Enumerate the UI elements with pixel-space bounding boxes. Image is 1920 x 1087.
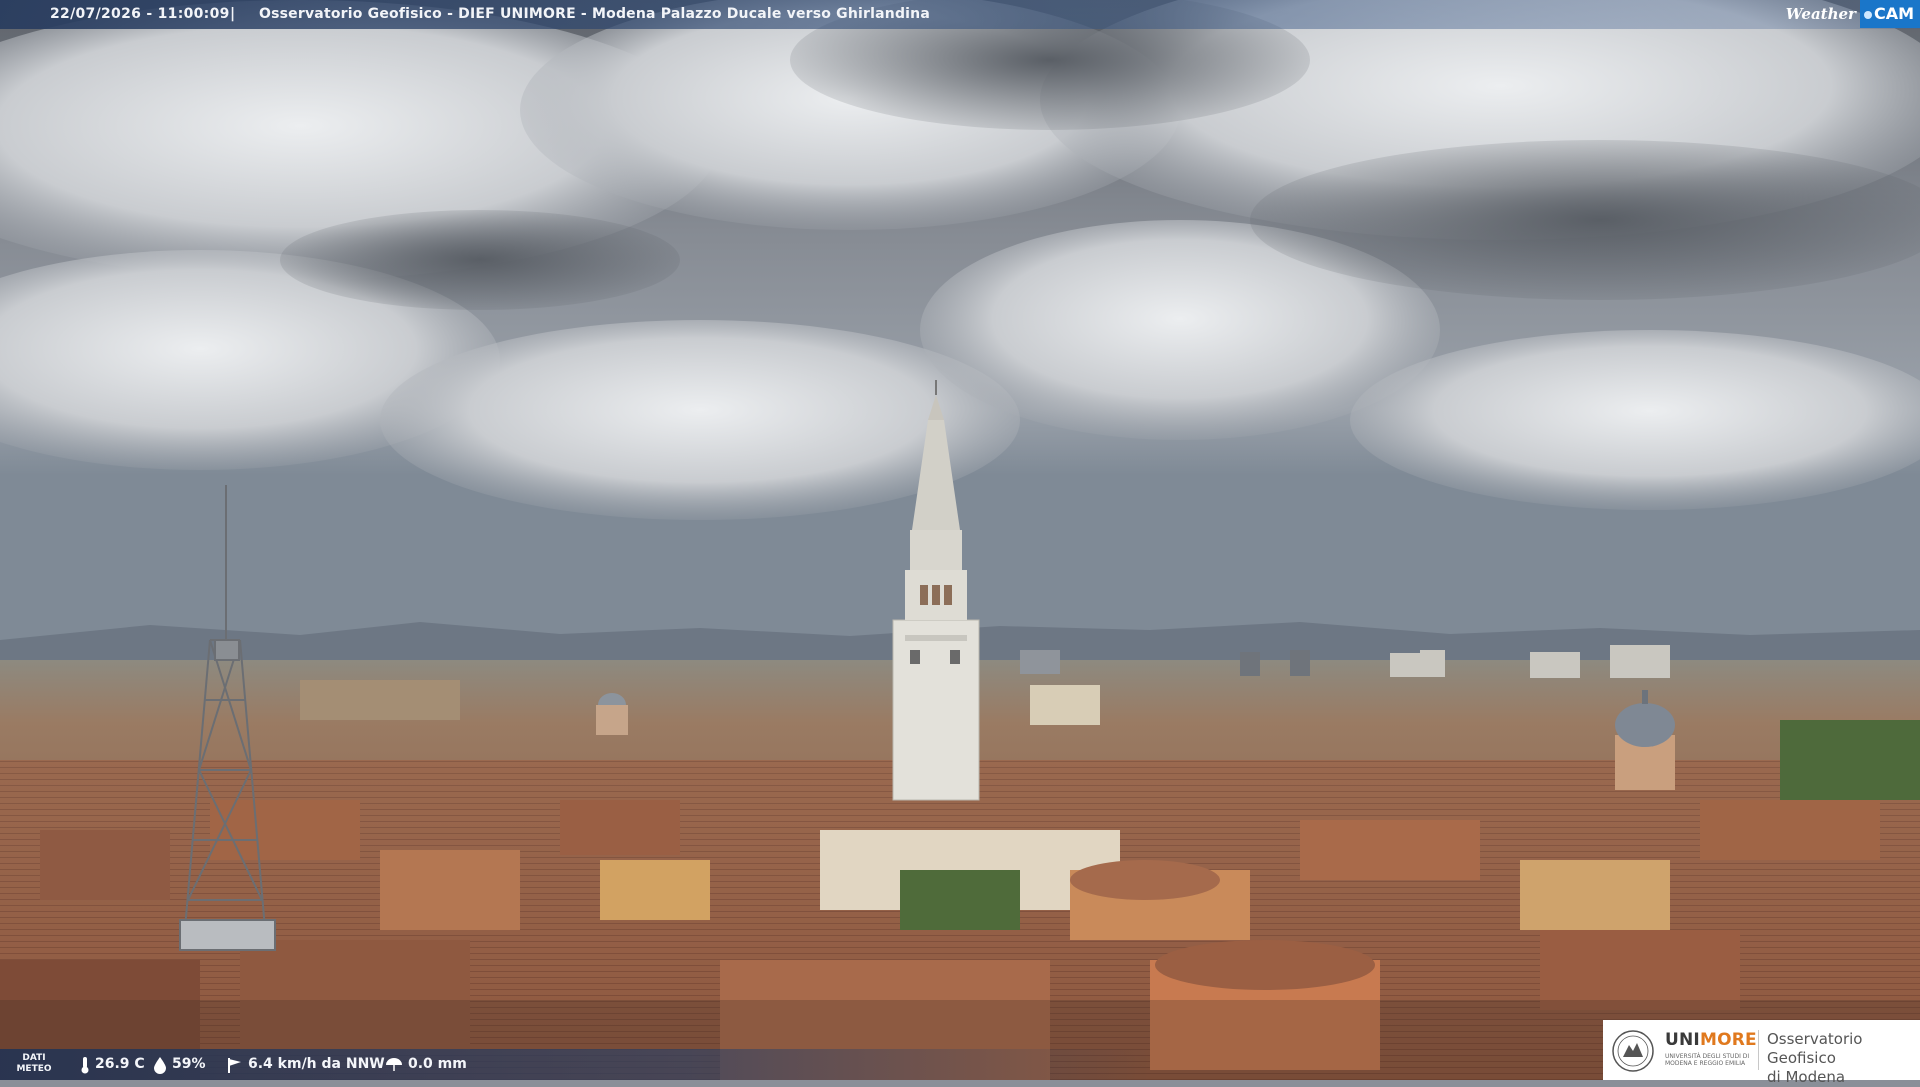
weathercam-logo: Weather CAM xyxy=(1786,0,1920,28)
unimore-logo: UNIMORE UNIVERSITÀ DEGLI STUDI DI MODENA… xyxy=(1603,1020,1920,1086)
observatory-name: Osservatorio Geofisico di Modena xyxy=(1767,1030,1920,1087)
wind-reading: 6.4 km/h da NNW xyxy=(227,1049,385,1080)
temperature-reading: 26.9 C xyxy=(80,1049,145,1080)
meteo-label: DATI METEO xyxy=(14,1053,54,1075)
meteo-label-line1: DATI xyxy=(22,1053,46,1063)
more-text: MORE xyxy=(1699,1030,1757,1050)
meteo-label-line2: METEO xyxy=(16,1064,52,1074)
weather-text: Weather xyxy=(1785,4,1856,23)
unimore-seal-icon xyxy=(1612,1030,1654,1072)
uni-text: UNI xyxy=(1665,1030,1700,1050)
humidity-reading: 59% xyxy=(153,1049,206,1080)
humidity-drop-icon xyxy=(154,1056,166,1074)
university-line1: UNIVERSITÀ DEGLI STUDI DI xyxy=(1665,1053,1750,1060)
temperature-value: 26.9 C xyxy=(95,1056,145,1072)
rain-umbrella-icon xyxy=(386,1057,402,1071)
cam-text: CAM xyxy=(1873,4,1914,23)
rain-reading: 0.0 mm xyxy=(385,1049,467,1080)
observatory-line2: di Modena xyxy=(1767,1068,1846,1086)
cam-dot-icon xyxy=(1863,10,1872,19)
rain-value: 0.0 mm xyxy=(408,1056,467,1072)
humidity-value: 59% xyxy=(172,1056,206,1072)
meteo-bar: DATI METEO 26.9 C 59% 6.4 km/h da NNW 0.… xyxy=(0,1049,1150,1080)
thermometer-icon xyxy=(81,1056,89,1073)
university-line2: MODENA E REGGIO EMILIA xyxy=(1665,1060,1746,1067)
university-name: UNIVERSITÀ DEGLI STUDI DI MODENA E REGGI… xyxy=(1665,1053,1757,1067)
logo-divider xyxy=(1758,1030,1759,1070)
header-bar: 22/07/2026 - 11:00:09 | Osservatorio Geo… xyxy=(0,0,1920,29)
cam-badge: CAM xyxy=(1859,0,1920,28)
wind-flag-icon xyxy=(228,1057,241,1073)
header-separator: | xyxy=(230,6,236,22)
wind-value: 6.4 km/h da NNW xyxy=(248,1056,385,1072)
timestamp: 22/07/2026 - 11:00:09 xyxy=(50,6,230,22)
observatory-line1: Osservatorio Geofisico xyxy=(1767,1030,1863,1067)
camera-title: Osservatorio Geofisico - DIEF UNIMORE - … xyxy=(259,6,930,22)
webcam-scene xyxy=(0,0,1920,1080)
unimore-wordmark: UNIMORE xyxy=(1665,1030,1757,1050)
